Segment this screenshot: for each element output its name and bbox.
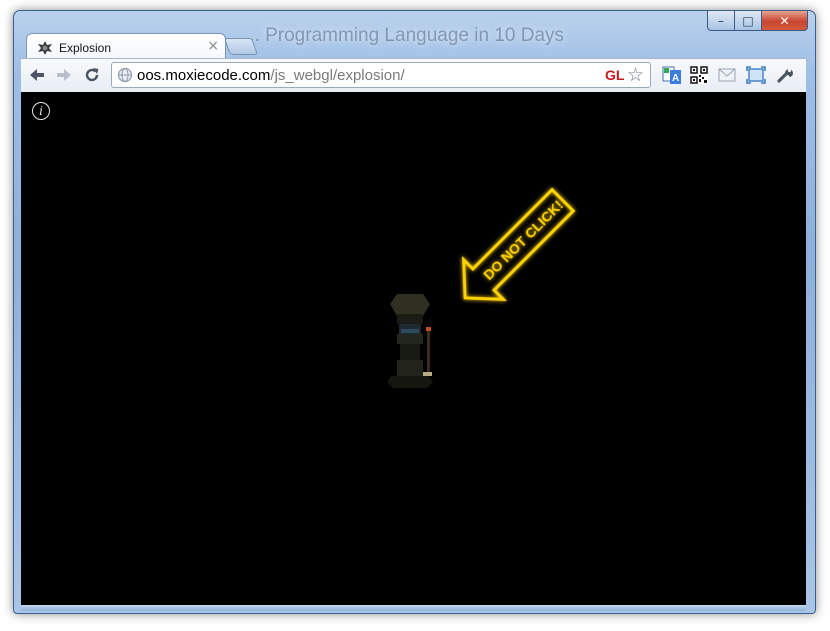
translate-icon[interactable]: A	[661, 64, 683, 86]
bookmark-star-icon[interactable]: ☆	[627, 64, 644, 86]
forward-arrow-icon[interactable]	[52, 64, 76, 86]
info-icon[interactable]: i	[32, 102, 50, 120]
svg-text:A: A	[672, 73, 679, 84]
globe-icon	[117, 67, 133, 83]
background-window-title: ... Programming Language in 10 Days	[244, 25, 565, 46]
webgl-canvas[interactable]: i DO NOT CLICK!	[21, 92, 806, 605]
back-arrow-icon[interactable]	[25, 64, 49, 86]
window-bottom-border	[21, 605, 806, 611]
arrow-label: DO NOT CLICK!	[480, 197, 566, 283]
minimize-button[interactable]: –	[707, 11, 735, 31]
address-bar[interactable]: oos.moxiecode.com/js_webgl/explosion/ GL…	[111, 62, 651, 88]
wrench-icon[interactable]	[774, 64, 796, 86]
tab-close-icon[interactable]: ×	[207, 38, 219, 54]
toolbar: oos.moxiecode.com/js_webgl/explosion/ GL…	[21, 58, 806, 92]
close-window-button[interactable]: ✕	[761, 11, 808, 31]
qr-code-icon[interactable]	[688, 64, 710, 86]
do-not-click-arrow: DO NOT CLICK!	[446, 177, 586, 322]
url-host: oos.moxiecode.com	[137, 67, 271, 84]
detonator-object[interactable]	[383, 292, 443, 397]
mail-icon[interactable]	[716, 64, 738, 86]
tab-title: Explosion	[59, 41, 112, 55]
fullscreen-icon[interactable]	[745, 64, 767, 86]
maximize-button[interactable]: □	[734, 11, 762, 31]
url-path: /js_webgl/explosion/	[270, 67, 405, 84]
new-tab-button[interactable]	[223, 38, 259, 55]
browser-window: ... Programming Language in 10 Days – □ …	[13, 10, 816, 614]
explosion-favicon-icon	[38, 41, 52, 55]
gl-badge[interactable]: GL	[605, 67, 624, 83]
url-text: oos.moxiecode.com/js_webgl/explosion/	[137, 67, 405, 84]
tab-explosion[interactable]: Explosion ×	[26, 33, 226, 61]
reload-icon[interactable]	[80, 64, 104, 86]
